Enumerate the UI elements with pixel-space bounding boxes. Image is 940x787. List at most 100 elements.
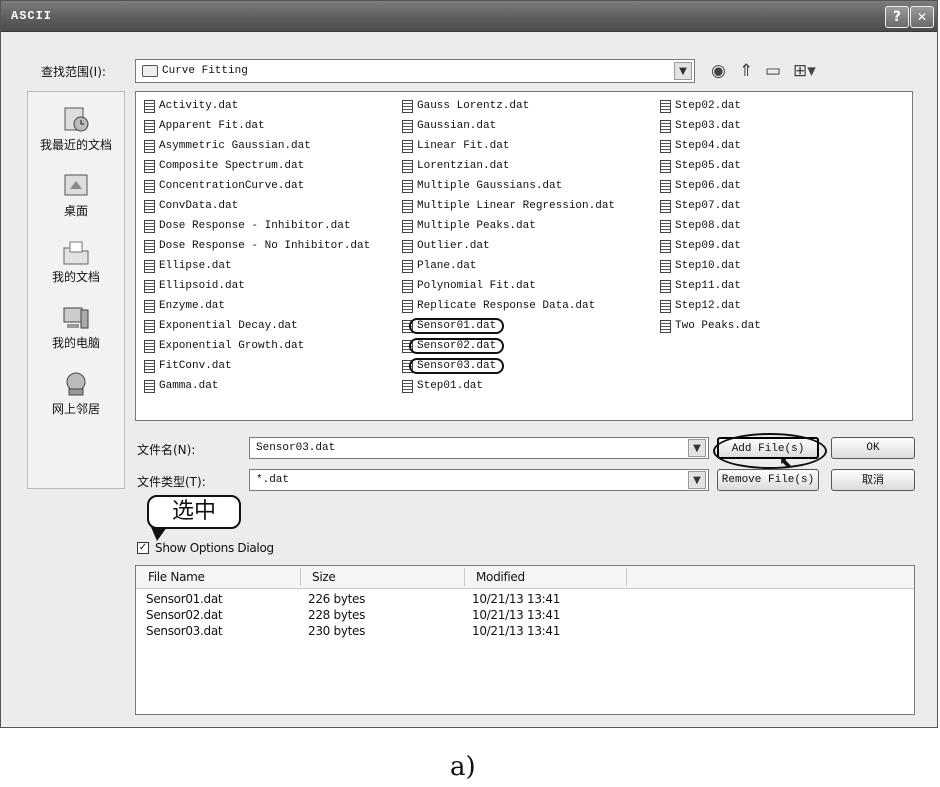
file-item[interactable]: Multiple Peaks.dat <box>402 216 615 236</box>
show-options-checkbox[interactable]: ✓ <box>137 542 149 554</box>
file-item[interactable]: Step01.dat <box>402 376 615 396</box>
file-item-label: Step02.dat <box>675 100 742 112</box>
file-item[interactable]: Activity.dat <box>144 96 370 116</box>
look-in-combo[interactable]: Curve Fitting ▼ <box>135 59 695 83</box>
file-item[interactable]: Multiple Gaussians.dat <box>402 176 615 196</box>
file-item[interactable]: Step04.dat <box>660 136 761 156</box>
file-item[interactable]: Sensor03.dat <box>402 356 615 376</box>
recent-docs-icon <box>61 106 91 134</box>
column-divider[interactable] <box>626 568 627 586</box>
column-header-name[interactable]: File Name <box>148 570 205 584</box>
file-item[interactable]: Step02.dat <box>660 96 761 116</box>
help-button[interactable]: ? <box>885 6 909 28</box>
file-item[interactable]: ConcentrationCurve.dat <box>144 176 370 196</box>
file-list[interactable]: Activity.dat Apparent Fit.dat Asymmetric G… <box>135 91 913 421</box>
dat-file-icon <box>144 179 155 193</box>
place-recent[interactable]: 我最近的文档 <box>28 106 124 153</box>
file-item[interactable]: Plane.dat <box>402 256 615 276</box>
file-item[interactable]: Exponential Decay.dat <box>144 316 370 336</box>
place-label: 桌面 <box>63 204 88 218</box>
file-item[interactable]: Step05.dat <box>660 156 761 176</box>
dat-file-icon <box>660 279 671 293</box>
file-item[interactable]: Gaussian.dat <box>402 116 615 136</box>
filetype-label: 文件类型(T): <box>137 475 206 489</box>
file-item[interactable]: Apparent Fit.dat <box>144 116 370 136</box>
file-item[interactable]: Step09.dat <box>660 236 761 256</box>
folder-icon <box>142 65 158 77</box>
look-in-value: Curve Fitting <box>162 65 248 77</box>
file-item[interactable]: Step08.dat <box>660 216 761 236</box>
network-icon <box>61 370 91 398</box>
file-item[interactable]: Enzyme.dat <box>144 296 370 316</box>
file-item[interactable]: Two Peaks.dat <box>660 316 761 336</box>
dat-file-icon <box>144 159 155 173</box>
column-header-modified[interactable]: Modified <box>476 570 525 584</box>
column-header-size[interactable]: Size <box>312 570 336 584</box>
file-item[interactable]: Dose Response - Inhibitor.dat <box>144 216 370 236</box>
file-item-label: Replicate Response Data.dat <box>417 300 596 312</box>
up-folder-icon[interactable]: ⇑ <box>739 61 753 81</box>
filetype-select[interactable]: *.dat ▼ <box>249 469 709 491</box>
table-row[interactable]: Sensor01.dat 226 bytes 10/21/13 13:41 <box>136 592 914 608</box>
file-item[interactable]: Sensor02.dat <box>402 336 615 356</box>
file-item-label: Step12.dat <box>675 300 742 312</box>
column-divider[interactable] <box>464 568 465 586</box>
view-menu-icon[interactable]: ⊞▾ <box>793 61 816 81</box>
dat-file-icon <box>144 299 155 313</box>
chevron-down-icon[interactable]: ▼ <box>688 471 706 489</box>
ok-button[interactable]: OK <box>831 437 915 459</box>
file-item[interactable]: Composite Spectrum.dat <box>144 156 370 176</box>
back-icon[interactable]: ◉ <box>711 61 726 81</box>
chevron-down-icon[interactable]: ▼ <box>688 439 706 457</box>
file-item[interactable]: Step06.dat <box>660 176 761 196</box>
file-item[interactable]: Gauss Lorentz.dat <box>402 96 615 116</box>
file-item[interactable]: FitConv.dat <box>144 356 370 376</box>
cancel-button[interactable]: 取消 <box>831 469 915 491</box>
figure-caption: a) <box>450 752 476 782</box>
my-documents-icon <box>61 238 91 266</box>
file-item[interactable]: Sensor01.dat <box>402 316 615 336</box>
filename-input[interactable]: Sensor03.dat ▼ <box>249 437 709 459</box>
remove-files-button[interactable]: Remove File(s) <box>717 469 819 491</box>
dat-file-icon <box>402 159 413 173</box>
file-item[interactable]: Multiple Linear Regression.dat <box>402 196 615 216</box>
file-item-label: Dose Response - No Inhibitor.dat <box>159 240 371 252</box>
file-item[interactable]: Lorentzian.dat <box>402 156 615 176</box>
file-item[interactable]: Ellipse.dat <box>144 256 370 276</box>
table-row[interactable]: Sensor03.dat 230 bytes 10/21/13 13:41 <box>136 624 914 640</box>
file-item[interactable]: Replicate Response Data.dat <box>402 296 615 316</box>
column-divider[interactable] <box>300 568 301 586</box>
file-item[interactable]: Step03.dat <box>660 116 761 136</box>
file-item[interactable]: Step12.dat <box>660 296 761 316</box>
add-files-button[interactable]: Add File(s) <box>717 437 819 459</box>
file-item[interactable]: Linear Fit.dat <box>402 136 615 156</box>
file-item[interactable]: Exponential Growth.dat <box>144 336 370 356</box>
file-item-label: Multiple Peaks.dat <box>417 220 536 232</box>
cell-size: 230 bytes <box>308 624 366 638</box>
dat-file-icon <box>144 339 155 353</box>
selected-files-list[interactable]: File Name Size Modified Sensor01.dat 226… <box>135 565 915 715</box>
file-item[interactable]: Step11.dat <box>660 276 761 296</box>
new-folder-icon[interactable]: ▭ <box>765 61 781 81</box>
dat-file-icon <box>660 219 671 233</box>
file-item[interactable]: Polynomial Fit.dat <box>402 276 615 296</box>
chevron-down-icon[interactable]: ▼ <box>674 62 692 80</box>
file-item[interactable]: Step10.dat <box>660 256 761 276</box>
cell-modified: 10/21/13 13:41 <box>472 592 561 606</box>
place-my-documents[interactable]: 我的文档 <box>28 238 124 285</box>
place-my-computer[interactable]: 我的电脑 <box>28 304 124 351</box>
place-network[interactable]: 网上邻居 <box>28 370 124 417</box>
cell-modified: 10/21/13 13:41 <box>472 608 561 622</box>
file-item-label: Multiple Linear Regression.dat <box>417 200 616 212</box>
file-item[interactable]: Step07.dat <box>660 196 761 216</box>
file-item-label: Apparent Fit.dat <box>159 120 265 132</box>
file-item[interactable]: Outlier.dat <box>402 236 615 256</box>
file-item[interactable]: ConvData.dat <box>144 196 370 216</box>
file-item[interactable]: Ellipsoid.dat <box>144 276 370 296</box>
place-desktop[interactable]: 桌面 <box>28 172 124 219</box>
close-button[interactable]: ✕ <box>910 6 934 28</box>
table-row[interactable]: Sensor02.dat 228 bytes 10/21/13 13:41 <box>136 608 914 624</box>
file-item[interactable]: Dose Response - No Inhibitor.dat <box>144 236 370 256</box>
file-item[interactable]: Gamma.dat <box>144 376 370 396</box>
file-item[interactable]: Asymmetric Gaussian.dat <box>144 136 370 156</box>
